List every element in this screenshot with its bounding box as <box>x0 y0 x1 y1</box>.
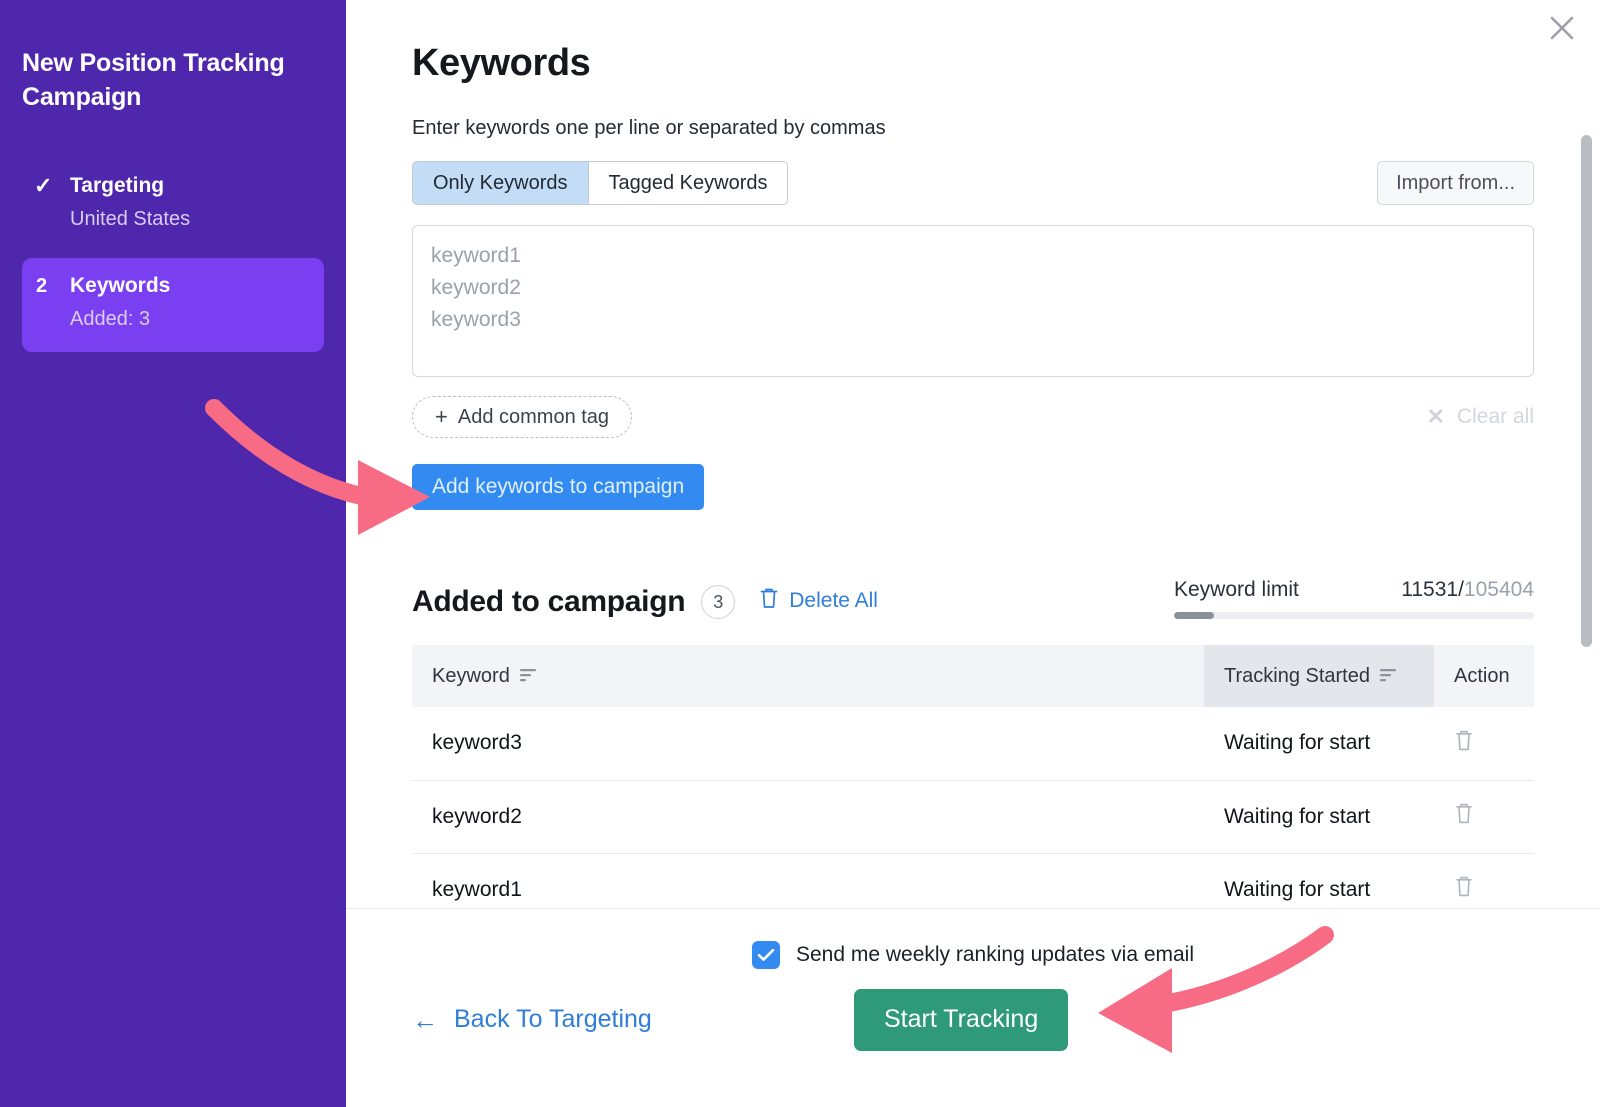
footer-actions: ← Back To Targeting Start Tracking <box>412 1005 1534 1034</box>
arrow-left-icon: ← <box>412 1007 438 1033</box>
campaign-title: New Position Tracking Campaign <box>22 46 322 114</box>
position-tracking-campaign-modal: New Position Tracking Campaign ✓ Targeti… <box>0 0 1600 1107</box>
added-to-campaign-title: Added to campaign <box>412 585 685 619</box>
table-header: Keyword <box>412 645 1534 707</box>
cell-tracking-started: Waiting for start <box>1204 707 1434 780</box>
keyword-limit: Keyword limit 11531/105404 <box>1174 578 1534 619</box>
step-number: 2 <box>32 272 70 300</box>
delete-all-label: Delete All <box>789 589 878 613</box>
weekly-updates-row: Send me weekly ranking updates via email <box>412 941 1534 969</box>
sidebar-step-keywords[interactable]: 2 Keywords Added: 3 <box>22 258 324 352</box>
keyword-limit-used: 11531 <box>1401 578 1458 601</box>
keyword-mode-segmented-control: Only Keywords Tagged Keywords <box>412 161 788 205</box>
keyword-limit-label: Keyword limit <box>1174 578 1299 602</box>
table-header-row: Keyword <box>412 645 1534 707</box>
add-keywords-to-campaign-button[interactable]: Add keywords to campaign <box>412 464 704 510</box>
sidebar-step-targeting-sub: United States <box>70 204 308 234</box>
trash-icon <box>759 587 779 615</box>
clear-all-button[interactable]: ✕ Clear all <box>1427 404 1534 430</box>
table-body: keyword3Waiting for startkeyword2Waiting… <box>412 707 1534 908</box>
weekly-updates-checkbox[interactable] <box>752 941 780 969</box>
back-to-targeting-label: Back To Targeting <box>454 1005 652 1034</box>
vertical-scrollbar-thumb[interactable] <box>1581 135 1592 647</box>
keywords-input[interactable] <box>412 225 1534 377</box>
add-common-tag-label: Add common tag <box>458 406 609 429</box>
cell-keyword: keyword2 <box>412 780 1204 853</box>
column-header-tracking-started-label: Tracking Started <box>1224 665 1370 688</box>
add-common-tag-button[interactable]: + Add common tag <box>412 396 632 438</box>
cell-keyword: keyword1 <box>412 853 1204 908</box>
clear-all-label: Clear all <box>1457 405 1534 429</box>
cell-action <box>1434 707 1534 780</box>
keyword-limit-total: 105404 <box>1464 578 1534 601</box>
page-title: Keywords <box>412 42 1534 85</box>
sort-icon[interactable] <box>1380 665 1397 688</box>
cell-tracking-started: Waiting for start <box>1204 853 1434 908</box>
keyword-limit-progress-fill <box>1174 612 1214 619</box>
start-tracking-button[interactable]: Start Tracking <box>854 989 1068 1051</box>
cell-tracking-started: Waiting for start <box>1204 780 1434 853</box>
sort-icon[interactable] <box>520 665 537 688</box>
sidebar-step-targeting-label: Targeting <box>70 172 308 200</box>
column-header-tracking-started[interactable]: Tracking Started <box>1204 645 1434 707</box>
table-row: keyword1Waiting for start <box>412 853 1534 908</box>
tag-and-clear-row: + Add common tag ✕ Clear all <box>412 396 1534 438</box>
sidebar-step-keywords-label: Keywords <box>70 272 308 300</box>
cell-action <box>1434 780 1534 853</box>
table-row: keyword2Waiting for start <box>412 780 1534 853</box>
tab-tagged-keywords[interactable]: Tagged Keywords <box>589 162 788 204</box>
modal-footer: Send me weekly ranking updates via email… <box>346 908 1600 1107</box>
column-header-keyword[interactable]: Keyword <box>412 645 1204 707</box>
added-count-badge: 3 <box>701 585 735 619</box>
campaign-wizard-sidebar: New Position Tracking Campaign ✓ Targeti… <box>0 0 346 1107</box>
delete-row-trash-icon[interactable] <box>1454 875 1474 904</box>
sidebar-step-keywords-sub: Added: 3 <box>70 304 308 334</box>
table-row: keyword3Waiting for start <box>412 707 1534 780</box>
delete-row-trash-icon[interactable] <box>1454 729 1474 758</box>
added-to-campaign-header: Added to campaign 3 Delete All Keyword l… <box>412 578 1534 619</box>
sidebar-step-targeting[interactable]: ✓ Targeting United States <box>22 158 324 252</box>
column-header-action: Action <box>1434 645 1534 707</box>
tab-only-keywords[interactable]: Only Keywords <box>413 162 588 204</box>
clear-all-x-icon: ✕ <box>1427 404 1445 430</box>
weekly-updates-label: Send me weekly ranking updates via email <box>796 943 1194 967</box>
keyword-limit-value: 11531/105404 <box>1401 578 1534 602</box>
cell-keyword: keyword3 <box>412 707 1204 780</box>
delete-all-button[interactable]: Delete All <box>759 587 878 615</box>
import-from-button[interactable]: Import from... <box>1377 161 1534 205</box>
step-completed-check-icon: ✓ <box>32 172 70 200</box>
keywords-mode-row: Only Keywords Tagged Keywords Import fro… <box>412 161 1534 205</box>
column-header-keyword-label: Keyword <box>432 665 510 688</box>
added-keywords-table: Keyword <box>412 645 1534 908</box>
keywords-panel: Keywords Enter keywords one per line or … <box>346 0 1600 1107</box>
plus-icon: + <box>435 406 448 428</box>
delete-row-trash-icon[interactable] <box>1454 802 1474 831</box>
keywords-scroll-region: Keywords Enter keywords one per line or … <box>346 0 1600 908</box>
back-to-targeting-link[interactable]: ← Back To Targeting <box>412 1005 652 1034</box>
keyword-limit-progress-track <box>1174 612 1534 619</box>
cell-action <box>1434 853 1534 908</box>
page-subtitle: Enter keywords one per line or separated… <box>412 117 1534 140</box>
